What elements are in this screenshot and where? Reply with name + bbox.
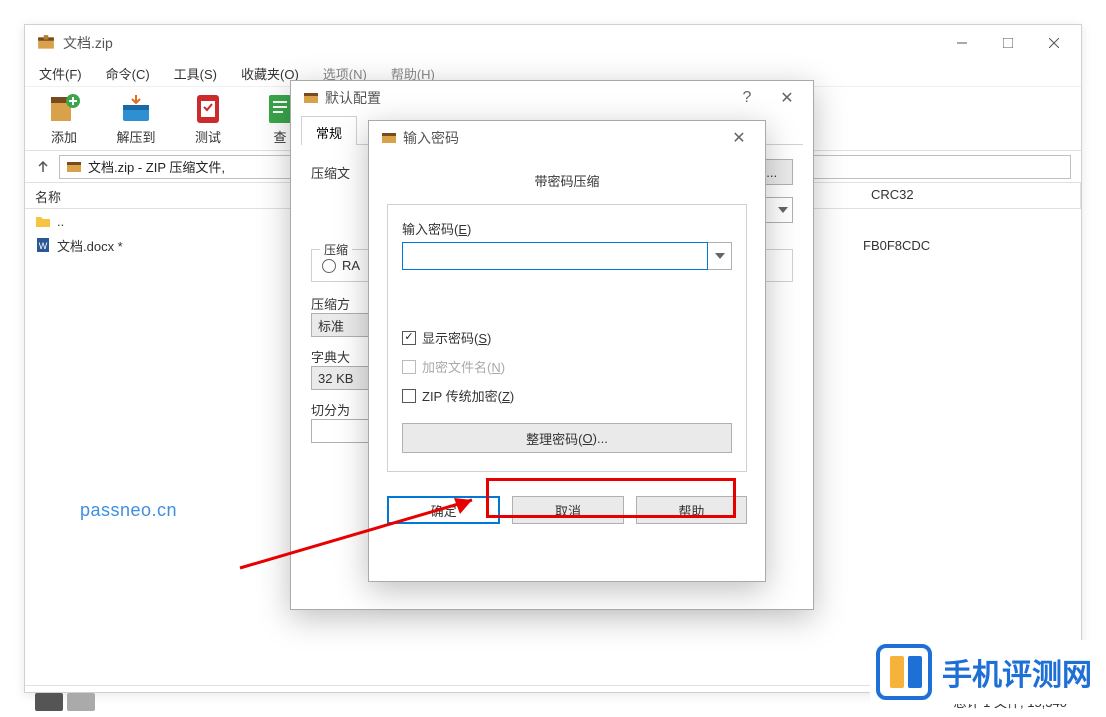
toolbar-add-button[interactable]: 添加 [33,91,95,146]
menu-file[interactable]: 文件(F) [33,62,88,85]
list-item-name: 文档.docx * [57,236,123,255]
brand-text: 手机评测网 [942,650,1092,694]
status-indicator-icon [35,693,63,711]
show-password-checkbox[interactable] [402,331,416,345]
help-button[interactable]: ? [727,89,767,107]
cancel-button[interactable]: 取消 [512,496,623,524]
winrar-icon [303,90,319,106]
maximize-button[interactable] [985,28,1031,58]
ok-button[interactable]: 确定 [387,496,500,524]
add-icon [47,91,81,125]
brand-mark-icon [876,644,932,700]
minimize-button[interactable] [939,28,985,58]
toolbar-view-label: 查 [273,127,286,146]
config-titlebar: 默认配置 ? ✕ [291,81,813,115]
main-window-title: 文档.zip [63,33,939,53]
menu-command[interactable]: 命令(C) [100,62,156,85]
extract-icon [119,91,153,125]
zip-legacy-checkbox[interactable] [402,389,416,403]
folder-up-icon [35,213,51,229]
radio-rar[interactable] [322,259,336,273]
zip-legacy-row[interactable]: ZIP 传统加密(Z) [402,386,732,405]
toolbar-extract-button[interactable]: 解压到 [105,91,167,146]
encrypt-filename-label: 加密文件名(N) [422,357,505,376]
password-dialog: 输入密码 ✕ 带密码压缩 输入密码(E) 显示密码(S) 加密文件名(N) [368,120,766,582]
tab-general[interactable]: 常规 [301,116,357,145]
main-titlebar: 文档.zip [25,25,1081,61]
close-button[interactable] [1031,28,1077,58]
format-group-label: 压缩 [320,241,352,258]
config-title: 默认配置 [325,88,381,108]
show-password-label: 显示密码(S) [422,328,491,347]
encrypt-filename-checkbox [402,360,416,374]
word-doc-icon: W [35,237,51,253]
toolbar-extract-label: 解压到 [116,127,155,146]
archive-icon [66,159,82,175]
menu-tools[interactable]: 工具(S) [168,62,223,85]
password-titlebar: 输入密码 ✕ [369,121,765,155]
svg-text:W: W [39,241,48,251]
show-password-row[interactable]: 显示密码(S) [402,328,732,347]
radio-rar-label: RA [342,258,360,273]
close-button[interactable]: ✕ [767,88,807,108]
compress-file-label: 压缩文 [311,163,361,182]
encrypt-filename-row: 加密文件名(N) [402,357,732,376]
organize-passwords-button[interactable]: 整理密码(O)... [402,423,732,453]
close-button[interactable]: ✕ [719,128,759,148]
password-title: 输入密码 [403,128,459,148]
up-button[interactable] [35,159,51,175]
test-icon [191,91,225,125]
toolbar-add-label: 添加 [51,127,77,146]
toolbar-test-label: 测试 [195,127,221,146]
help-button[interactable]: 帮助 [636,496,747,524]
status-indicator-icon [67,693,95,711]
password-input[interactable] [402,242,708,270]
zip-legacy-label: ZIP 传统加密(Z) [422,386,514,405]
password-dropdown-button[interactable] [708,242,732,270]
toolbar-test-button[interactable]: 测试 [177,91,239,146]
password-group: 输入密码(E) 显示密码(S) 加密文件名(N) ZIP 传统加密(Z) [387,204,747,472]
winrar-icon [381,130,397,146]
watermark-text: passneo.cn [80,500,177,521]
list-item-crc: FB0F8CDC [863,238,930,253]
path-text: 文档.zip - ZIP 压缩文件, [88,157,225,176]
brand-logo: 手机评测网 [870,640,1098,704]
password-buttons: 确定 取消 帮助 [387,496,747,524]
password-input-label: 输入密码(E) [402,219,732,238]
winrar-icon [37,34,55,52]
column-name[interactable]: 名称 [25,183,311,208]
list-item-name: .. [57,214,64,229]
password-heading: 带密码压缩 [387,171,747,190]
